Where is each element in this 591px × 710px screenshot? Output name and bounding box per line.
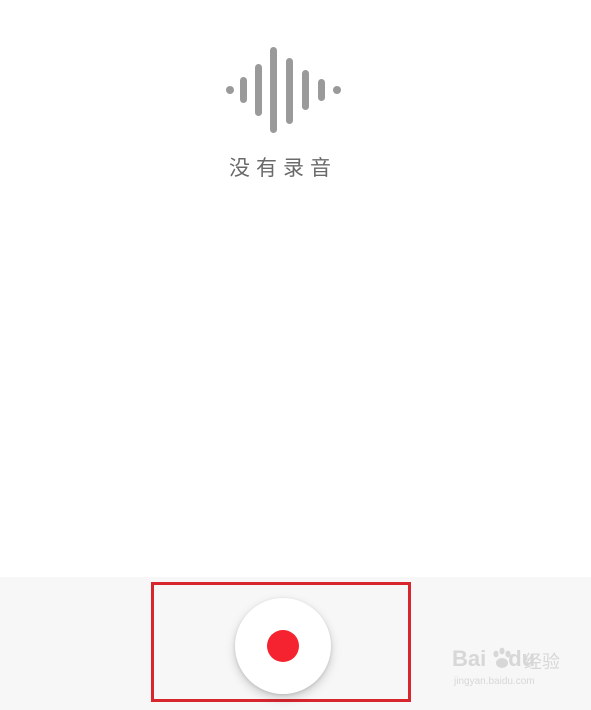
- record-button[interactable]: [235, 598, 331, 694]
- baidu-jingyan-watermark: Bai du 经验 jingyan.baidu.com: [452, 646, 587, 694]
- paw-icon: [493, 647, 511, 668]
- recordings-list-area: 没有录音: [0, 0, 591, 577]
- watermark-cn-text: 经验: [524, 652, 560, 673]
- waveform-icon: [226, 47, 341, 133]
- record-dot-icon: [267, 630, 299, 662]
- empty-state-label: 没有录音: [229, 156, 337, 180]
- watermark-url: jingyan.baidu.com: [454, 676, 535, 687]
